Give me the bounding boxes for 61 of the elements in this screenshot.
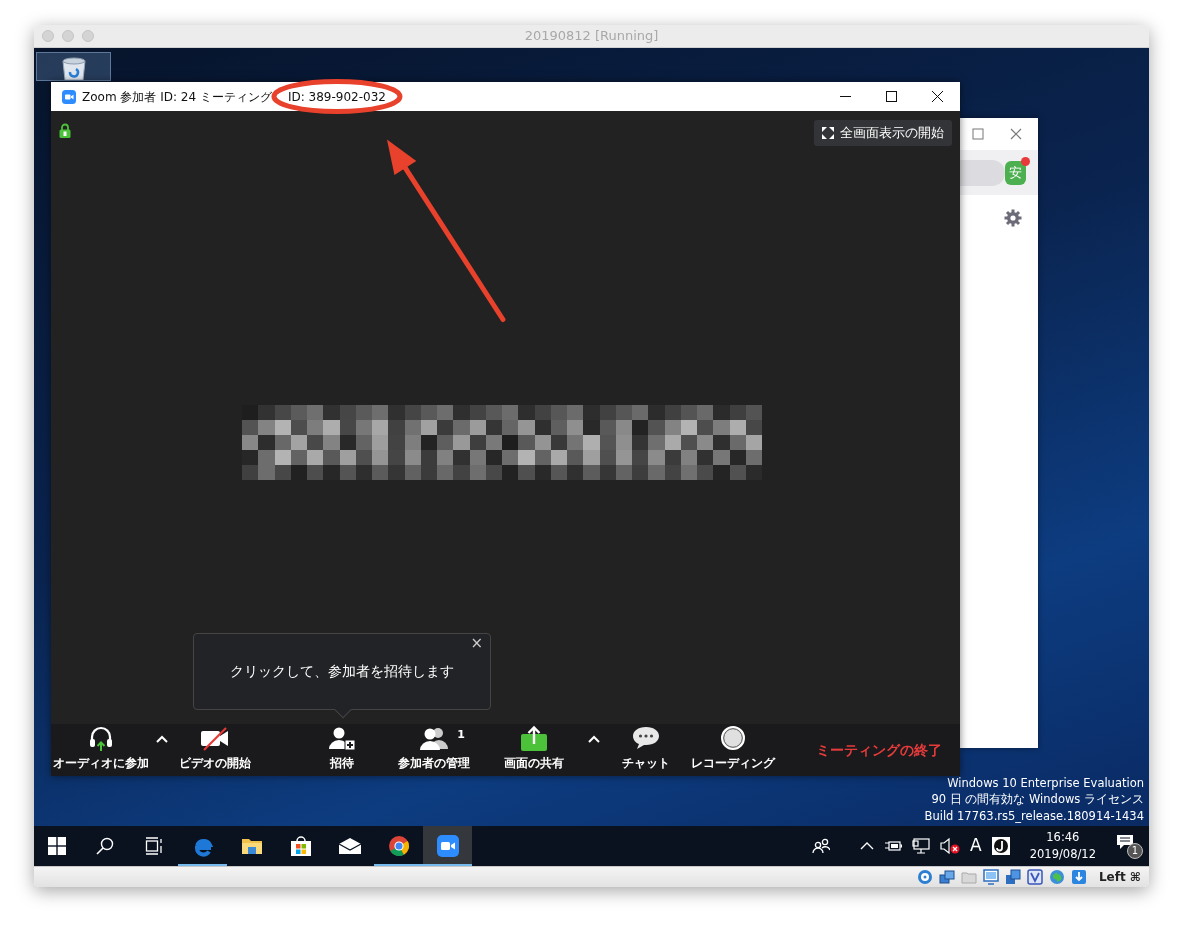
search-field[interactable] <box>960 159 1006 186</box>
search-icon <box>95 837 114 855</box>
license-notice-text: Build 17763.rs5_release.180914-1434 <box>924 807 1144 824</box>
add-person-button[interactable]: 招待 <box>307 724 377 776</box>
people-icon[interactable] <box>812 838 831 854</box>
lock-icon[interactable] <box>59 123 71 138</box>
envelope-icon <box>337 837 362 855</box>
settings-icon[interactable] <box>1004 209 1022 227</box>
close-button[interactable]: × <box>468 634 485 652</box>
folder-icon <box>240 836 263 856</box>
display-icon[interactable] <box>982 869 999 885</box>
windows-logo-icon <box>48 837 66 855</box>
clock-date: 2019/08/12 <box>1029 846 1096 863</box>
meeting-id: ID: 389-902-032 <box>287 88 386 106</box>
tooltip-text: クリックして、参加者を招待します <box>230 662 454 681</box>
clock-time: 16:46 <box>1045 829 1081 846</box>
notification-badge: 1 <box>1127 842 1143 859</box>
notifications-button[interactable]: 1 <box>1116 833 1143 859</box>
taskbar-button[interactable] <box>423 826 472 866</box>
participant-count: 1 <box>457 727 465 743</box>
globe-icon[interactable] <box>1048 869 1065 885</box>
join-audio-button[interactable]: オーディオに参加 <box>51 724 151 776</box>
close-icon[interactable] <box>1010 128 1022 140</box>
maximize-icon <box>885 91 897 102</box>
muted-speaker-icon[interactable] <box>940 838 961 854</box>
task-view-icon <box>144 837 163 855</box>
chat-button[interactable]: チャット <box>611 724 681 776</box>
fullscreen-button[interactable]: 全画面表示の開始 <box>814 120 952 146</box>
shopping-bag-icon <box>289 835 312 857</box>
license-notice-text: Windows 10 Enterprise Evaluation <box>946 774 1144 791</box>
headphones-icon <box>88 725 114 751</box>
ime-icon[interactable] <box>991 837 1010 855</box>
chat-icon <box>632 725 660 751</box>
video-camera-button[interactable]: ビデオの開始 <box>173 724 257 776</box>
share-screen-icon <box>520 725 548 751</box>
video-camera-icon <box>436 835 459 857</box>
record-icon <box>720 725 746 751</box>
download-icon[interactable] <box>1070 869 1087 885</box>
recycle-bin-icon[interactable] <box>59 56 88 80</box>
window-title: Zoom 参加者 ID: 24 ミーティング <box>82 88 272 106</box>
chevron-up-icon[interactable] <box>860 842 875 850</box>
browser-icon <box>387 835 410 857</box>
record-button[interactable]: レコーディング <box>687 724 779 776</box>
license-notice-text: 90 日 の間有効な Windows ライセンス <box>930 791 1144 808</box>
optical-disc-icon[interactable] <box>916 869 933 885</box>
power-plug-icon[interactable] <box>884 839 903 853</box>
zoom-logo-icon <box>62 89 76 104</box>
notification-icon <box>1116 833 1134 850</box>
end-meeting-button[interactable]: ミーティングの終了 <box>810 724 948 776</box>
expand-icon <box>822 127 834 139</box>
share-screen-button[interactable]: 画面の共有 <box>491 724 577 776</box>
desktop-icon-selection[interactable] <box>36 52 111 81</box>
people-icon <box>419 725 449 751</box>
maximize-icon[interactable] <box>972 128 984 140</box>
window-title: 20190812 [Running] <box>524 27 659 46</box>
chevron-up-icon <box>156 735 168 743</box>
chevron-up-icon <box>588 735 600 743</box>
people-button[interactable]: 参加者の管理 1 <box>383 724 485 776</box>
host-key-label: Left ⌘ <box>1098 869 1141 886</box>
input-mode-indicator[interactable]: A <box>970 833 982 859</box>
close-icon <box>931 91 943 102</box>
